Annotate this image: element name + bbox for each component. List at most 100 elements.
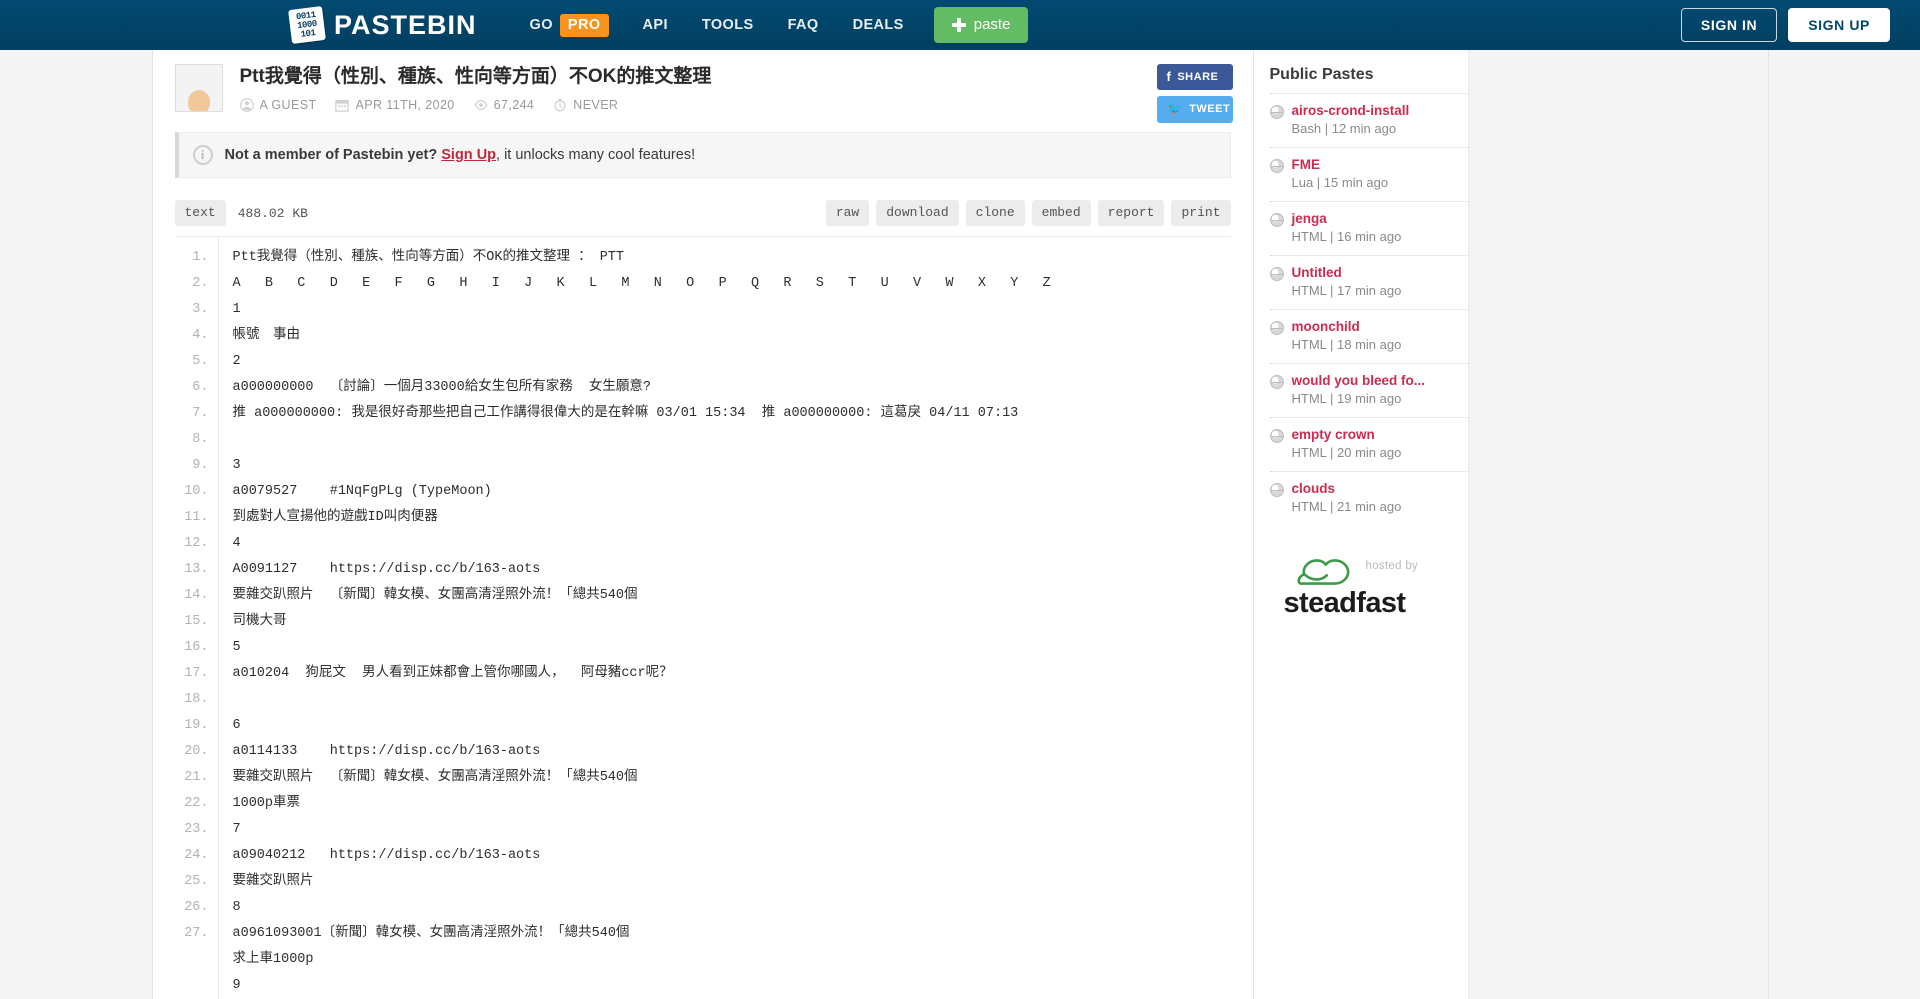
globe-icon: [1269, 159, 1284, 173]
pastebin-logo-icon: 0011 1000 101: [288, 6, 326, 44]
line-number: 23.: [184, 822, 209, 837]
facebook-share-button[interactable]: f SHARE: [1156, 64, 1233, 90]
line-number: 6.: [192, 380, 209, 395]
list-item[interactable]: airos-crond-install Bash | 12 min ago: [1269, 94, 1468, 147]
list-item[interactable]: would you bleed fo... HTML | 19 min ago: [1269, 364, 1468, 417]
eye-icon: [474, 99, 488, 110]
format-badge: text: [174, 200, 226, 226]
paste-name[interactable]: clouds: [1292, 481, 1336, 496]
info-icon: i: [192, 145, 213, 165]
code-line: a000000000 〔討論〕一個月33000給女生包所有家務 女生願意?: [232, 380, 652, 395]
code-line: 求上車1000p: [232, 952, 314, 967]
paste-toolbar: text 488.02 KB raw download clone embed …: [174, 200, 1231, 226]
code-line: a09040212 https://disp.cc/b/163-aots: [232, 848, 541, 863]
list-item[interactable]: FME Lua | 15 min ago: [1269, 148, 1468, 201]
right-rail: [1467, 50, 1768, 999]
line-number: 1.: [192, 250, 209, 265]
line-number: 5.: [192, 354, 209, 369]
brand-name: PASTEBIN: [334, 9, 477, 40]
new-paste-button[interactable]: paste: [933, 7, 1029, 43]
meta-date-label: APR 11TH, 2020: [355, 97, 455, 112]
print-button[interactable]: print: [1171, 200, 1231, 226]
paste-meta: HTML | 18 min ago: [1291, 337, 1402, 352]
list-item[interactable]: jenga HTML | 16 min ago: [1269, 202, 1468, 255]
code-line: 要雜交趴照片 〔新聞〕韓女模、女團高清淫照外流！「總共540個: [232, 770, 638, 785]
line-number: 4.: [192, 328, 209, 343]
nav-item-api[interactable]: API: [626, 0, 685, 50]
line-number: 21.: [184, 770, 209, 785]
line-number: 11.: [184, 510, 209, 525]
page-container: Ptt我覺得（性別、種族、性向等方面）不OK的推文整理 A GUEST APR …: [152, 50, 1768, 999]
paste-name[interactable]: empty crown: [1292, 427, 1375, 442]
paste-name[interactable]: Untitled: [1292, 265, 1342, 280]
list-item[interactable]: clouds HTML | 21 min ago: [1269, 472, 1468, 525]
meta-expiry: NEVER: [553, 98, 618, 112]
code-line: 帳號 事由: [232, 328, 301, 343]
meta-author-label: A GUEST: [259, 97, 317, 112]
public-pastes-sidebar: Public Pastes airos-crond-install Bash | …: [1252, 50, 1468, 999]
paste-meta: HTML | 21 min ago: [1291, 499, 1402, 514]
nav-item-faq[interactable]: FAQ: [771, 0, 836, 50]
line-number: 9.: [192, 458, 209, 473]
line-number: 7.: [192, 406, 209, 421]
clone-button[interactable]: clone: [965, 200, 1025, 226]
meta-views-label: 67,244: [493, 97, 535, 112]
code-line: 3: [232, 458, 241, 473]
sign-in-button[interactable]: SIGN IN: [1680, 8, 1778, 42]
calendar-icon: [335, 99, 350, 112]
report-button[interactable]: report: [1097, 200, 1165, 226]
twitter-share-button[interactable]: 🐦 TWEET: [1156, 96, 1233, 123]
paste-header: Ptt我覺得（性別、種族、性向等方面）不OK的推文整理 A GUEST APR …: [153, 50, 1253, 123]
list-item[interactable]: Untitled HTML | 17 min ago: [1269, 256, 1468, 309]
code-line: a0961093001〔新聞〕韓女模、女團高清淫照外流！「總共540個: [232, 926, 630, 941]
nav-item-tools[interactable]: TOOLS: [685, 0, 771, 50]
code-line: 6: [232, 718, 241, 733]
cloud-icon: [1296, 559, 1349, 585]
list-item[interactable]: moonchild HTML | 18 min ago: [1269, 310, 1468, 363]
code-line: a010204 狗屁文 男人看到正妹都會上管你哪國人， 阿母豬ccr呢？: [232, 666, 673, 681]
code-line: 7: [232, 822, 241, 837]
meta-expiry-label: NEVER: [573, 97, 619, 112]
meta-author[interactable]: A GUEST: [239, 97, 317, 112]
line-number: 2.: [192, 276, 209, 291]
paste-meta: HTML | 17 min ago: [1291, 283, 1402, 298]
paste-name[interactable]: FME: [1292, 157, 1321, 172]
code-line: 9: [232, 978, 241, 993]
embed-button[interactable]: embed: [1031, 200, 1091, 226]
line-number: 17.: [184, 666, 209, 681]
line-number: 15.: [184, 614, 209, 629]
logo-line-3: 101: [300, 27, 316, 40]
paste-name[interactable]: airos-crond-install: [1292, 103, 1410, 118]
raw-button[interactable]: raw: [825, 200, 870, 226]
facebook-icon: f: [1166, 69, 1172, 84]
code-content[interactable]: Ptt我覺得（性別、種族、性向等方面）不OK的推文整理 ： PTT A B C D…: [219, 237, 1231, 999]
code-line: 1: [232, 302, 241, 317]
twitter-icon: 🐦: [1166, 101, 1184, 116]
line-number: 12.: [184, 536, 209, 551]
code-line: 要雜交趴照片 〔新聞〕韓女模、女團高清淫照外流！「總共540個: [232, 588, 638, 603]
main-content: Ptt我覺得（性別、種族、性向等方面）不OK的推文整理 A GUEST APR …: [153, 50, 1253, 999]
hosted-by-label: hosted by: [1365, 560, 1419, 572]
plus-icon: [951, 17, 966, 32]
paste-name[interactable]: jenga: [1292, 211, 1327, 226]
paste-name[interactable]: moonchild: [1292, 319, 1360, 334]
paste-name[interactable]: would you bleed fo...: [1292, 373, 1426, 388]
auth-buttons: SIGN IN SIGN UP: [1680, 8, 1890, 42]
line-number: 14.: [184, 588, 209, 603]
code-line: 要雜交趴照片: [232, 874, 314, 889]
nav-go-pro[interactable]: GO PRO: [513, 13, 626, 37]
user-icon: [239, 97, 254, 112]
download-button[interactable]: download: [876, 200, 959, 226]
code-line: 4: [232, 536, 241, 551]
code-line: 2: [232, 354, 241, 369]
notice-signup-link[interactable]: Sign Up: [441, 147, 496, 163]
line-number: 18.: [184, 692, 209, 707]
list-item[interactable]: empty crown HTML | 20 min ago: [1269, 418, 1468, 471]
code-line: 推 a000000000: 我是很好奇那些把自己工作講得很偉大的是在幹嘛 03/…: [232, 406, 1019, 421]
sign-up-button[interactable]: SIGN UP: [1788, 8, 1890, 42]
nav-item-deals[interactable]: DEALS: [836, 0, 921, 50]
globe-icon: [1269, 321, 1284, 335]
nav-go-label: GO: [529, 17, 553, 33]
brand-logo[interactable]: 0011 1000 101 PASTEBIN: [288, 6, 477, 44]
